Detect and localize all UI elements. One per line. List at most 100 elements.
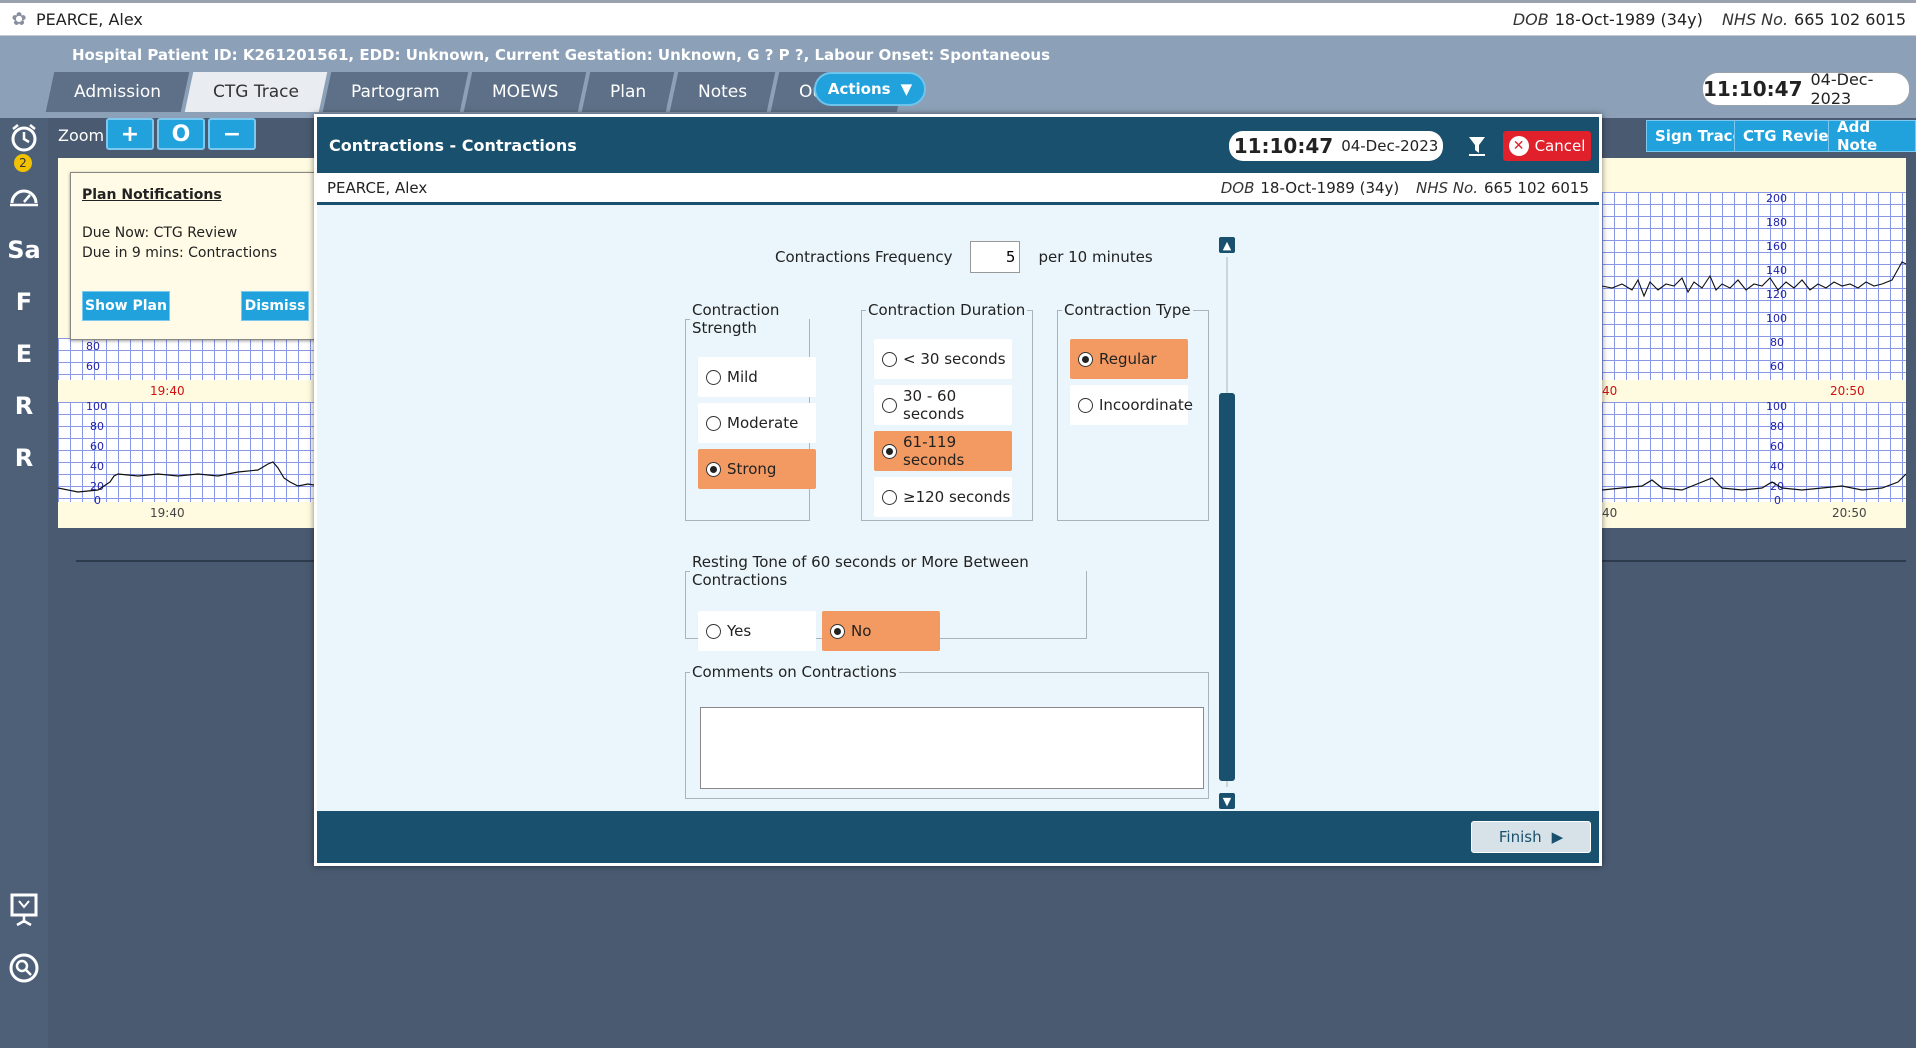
ctg-trace-right: 200 180 160 140 120 100 80 60 40 20:50 1… (1602, 158, 1906, 528)
option-label: ≥120 seconds (903, 488, 1011, 506)
type-option-regular[interactable]: Regular (1070, 339, 1188, 379)
time-marker-red: 40 (1602, 384, 1618, 398)
duration-group: Contraction Duration < 30 seconds 30 - 6… (861, 301, 1033, 521)
comments-legend: Comments on Contractions (692, 663, 897, 681)
tab-label: Admission (74, 82, 162, 102)
tab-moews[interactable]: MOEWS (463, 72, 587, 112)
dialog-patient-banner: PEARCE, Alex DOB 18-Oct-1989 (34y) NHS No… (317, 173, 1599, 205)
show-plan-button[interactable]: Show Plan (82, 291, 170, 321)
cancel-label: Cancel (1534, 137, 1586, 155)
radio-indicator (830, 623, 845, 639)
finish-button[interactable]: Finish ▶ (1471, 821, 1591, 853)
tab-ctg-trace[interactable]: CTG Trace (184, 72, 328, 112)
dialog-clock[interactable]: 11:10:47 04-Dec-2023 (1229, 131, 1443, 161)
zoom-reset-button[interactable]: O (157, 118, 205, 150)
option-label: No (851, 622, 872, 640)
funnel-icon[interactable] (1467, 135, 1487, 157)
finish-label: Finish (1498, 828, 1542, 846)
tab-plan[interactable]: Plan (581, 72, 675, 112)
resting-tone-group: Resting Tone of 60 seconds or More Betwe… (685, 553, 1087, 651)
zoom-in-button[interactable]: + (106, 118, 154, 150)
notification-due-now: Due Now: CTG Review (82, 225, 238, 241)
strength-legend: Contraction Strength (692, 301, 780, 337)
gauge-icon[interactable] (0, 176, 48, 216)
scroll-up-icon[interactable]: ▲ (1219, 237, 1235, 253)
option-label: Mild (727, 368, 758, 386)
duration-option-61-119[interactable]: 61-119 seconds (874, 431, 1012, 471)
scroll-down-icon[interactable]: ▼ (1219, 793, 1235, 809)
zoom-out-button[interactable]: − (208, 118, 256, 150)
search-icon[interactable] (0, 948, 48, 988)
time-marker-red: 20:50 (1830, 384, 1865, 398)
cancel-button[interactable]: ✕ Cancel (1503, 131, 1591, 161)
sidebar-item-r2[interactable]: R (0, 438, 48, 478)
scroll-thumb[interactable] (1219, 393, 1235, 781)
comments-textarea[interactable] (700, 707, 1204, 789)
duration-option-under-30[interactable]: < 30 seconds (874, 339, 1012, 379)
radio-indicator (706, 369, 721, 385)
dob-label: DOB (1220, 178, 1255, 197)
dialog-scrollbar[interactable]: ▲ ▼ (1219, 237, 1235, 812)
frequency-label: Contractions Frequency (775, 248, 953, 266)
play-arrow-icon: ▶ (1551, 828, 1564, 846)
duration-option-30-60[interactable]: 30 - 60 seconds (874, 385, 1012, 425)
nhs-value: 665 102 6015 (1794, 9, 1906, 29)
frequency-input[interactable] (970, 241, 1021, 273)
strength-option-strong[interactable]: Strong (698, 449, 816, 489)
sidebar-item-r1[interactable]: R (0, 386, 48, 426)
tab-notes[interactable]: Notes (669, 72, 776, 112)
dialog-footer: Finish ▶ (317, 811, 1599, 863)
close-icon: ✕ (1508, 136, 1529, 156)
caret-down-icon: ▼ (900, 80, 913, 98)
option-label: 30 - 60 seconds (903, 387, 965, 423)
option-label: < 30 seconds (903, 350, 1006, 368)
resting-tone-option-no[interactable]: No (822, 611, 940, 651)
patient-identifiers: DOB 18-Oct-1989 (34y) NHS No. 665 102 6015 (1513, 10, 1906, 29)
contractions-dialog: Contractions - Contractions 11:10:47 04-… (314, 114, 1602, 866)
presentation-icon[interactable] (0, 890, 48, 930)
alarm-clock-icon[interactable] (0, 118, 48, 158)
radio-indicator (706, 415, 721, 431)
time-marker-red: 19:40 (150, 384, 185, 398)
tab-partogram[interactable]: Partogram (322, 72, 468, 112)
option-label: Regular (1099, 350, 1157, 368)
radio-indicator (882, 443, 897, 459)
actions-label: Actions (827, 80, 891, 98)
tab-label: Partogram (350, 82, 440, 102)
radio-indicator (1078, 397, 1093, 413)
radio-indicator (1078, 351, 1093, 367)
resting-tone-option-yes[interactable]: Yes (698, 611, 816, 651)
strength-option-moderate[interactable]: Moderate (698, 403, 816, 443)
duration-option-over-120[interactable]: ≥120 seconds (874, 477, 1012, 517)
option-label: Strong (727, 460, 777, 478)
type-option-incoordinate[interactable]: Incoordinate (1070, 385, 1193, 425)
patient-banner: ✿ PEARCE, Alex DOB 18-Oct-1989 (34y) NHS … (0, 0, 1916, 36)
dob-value: 18-Oct-1989 (34y) (1260, 178, 1400, 197)
dismiss-button[interactable]: Dismiss (241, 291, 309, 321)
radio-indicator (882, 351, 897, 367)
patient-info-line: Hospital Patient ID: K261201561, EDD: Un… (72, 46, 1051, 64)
sidebar-item-f[interactable]: F (0, 282, 48, 322)
add-note-button[interactable]: Add Note (1828, 118, 1916, 154)
header-bar: Hospital Patient ID: K261201561, EDD: Un… (0, 36, 1916, 118)
tab-admission[interactable]: Admission (45, 72, 190, 112)
option-label: Incoordinate (1099, 396, 1193, 414)
frequency-row: Contractions Frequency per 10 minutes (775, 241, 1153, 273)
left-sidebar: Sa F E R R (0, 118, 48, 1048)
header-time: 11:10:47 (1703, 77, 1803, 101)
fhr-scale-label: 80 (86, 340, 100, 353)
zoom-label: Zoom: (58, 126, 110, 145)
strength-option-mild[interactable]: Mild (698, 357, 816, 397)
radio-indicator (706, 623, 721, 639)
patient-name: PEARCE, Alex (36, 9, 143, 29)
tab-label: CTG Trace (213, 82, 299, 102)
nhs-value: 665 102 6015 (1484, 178, 1589, 197)
dob-label: DOB (1512, 9, 1549, 29)
tab-label: Plan (610, 82, 647, 102)
actions-button[interactable]: Actions ▼ (814, 72, 926, 106)
dialog-header: Contractions - Contractions 11:10:47 04-… (317, 117, 1599, 173)
sidebar-item-sa[interactable]: Sa (0, 230, 48, 270)
patient-name: PEARCE, Alex (327, 178, 428, 197)
sidebar-item-e[interactable]: E (0, 334, 48, 374)
notification-due-soon: Due in 9 mins: Contractions (82, 245, 277, 261)
